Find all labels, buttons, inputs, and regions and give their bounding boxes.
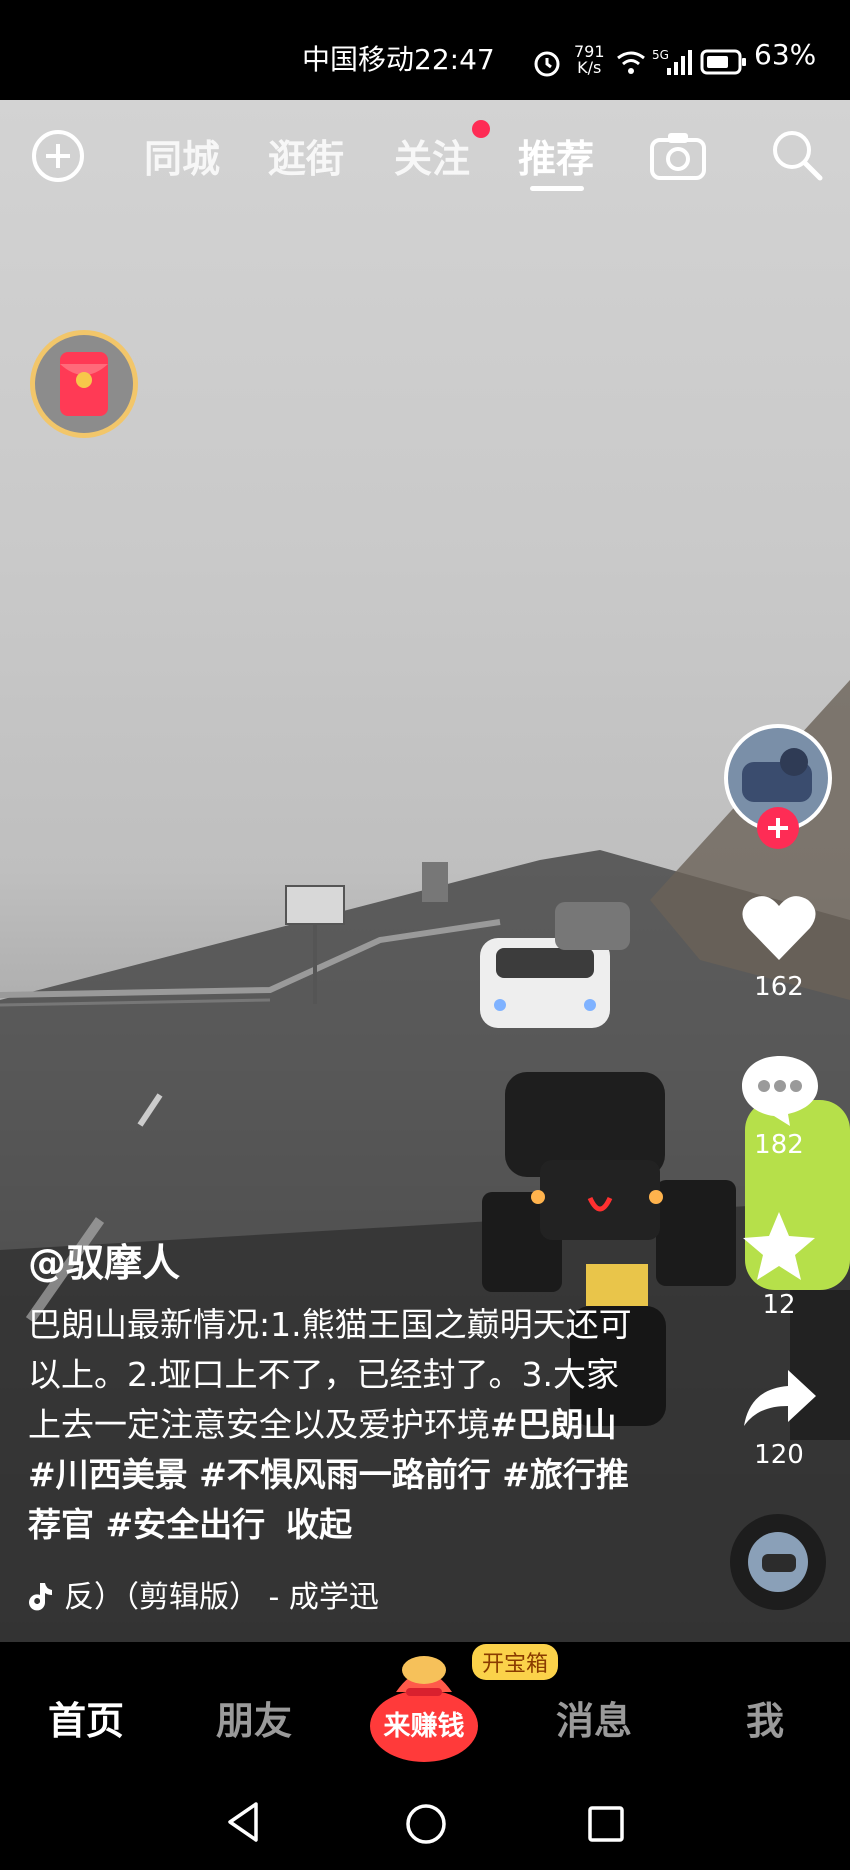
- back-icon[interactable]: [222, 1800, 266, 1844]
- treasure-badge[interactable]: 开宝箱: [472, 1644, 559, 1680]
- music-disc-icon[interactable]: [728, 1512, 828, 1612]
- wifi-icon: [617, 51, 645, 74]
- carrier-time: 中国移动22:47: [302, 43, 495, 76]
- follow-plus-icon[interactable]: [756, 806, 800, 850]
- comment-count: 182: [754, 1130, 804, 1160]
- battery-icon: [700, 49, 746, 75]
- share-count: 120: [754, 1440, 804, 1470]
- add-circle-icon[interactable]: [30, 128, 86, 184]
- tab-following[interactable]: 关注: [394, 128, 470, 183]
- video-description: 巴朗山最新情况:1.熊猫王国之巅明天还可以上。2.垭口上不了，已经封了。3.大家…: [28, 1300, 648, 1550]
- music-info[interactable]: 反）（剪辑版） - 成学迅: [28, 1572, 379, 1616]
- recents-square-icon[interactable]: [586, 1804, 626, 1844]
- earn-label: 来赚钱: [383, 1711, 465, 1742]
- comment-icon[interactable]: [740, 1052, 820, 1128]
- battery-percent: 63%: [754, 38, 817, 71]
- tab-recommended[interactable]: 推荐: [518, 128, 594, 183]
- active-tab-underline: [530, 186, 584, 191]
- home-circle-icon[interactable]: [404, 1802, 448, 1846]
- net-speed: 791 K/s: [574, 44, 605, 76]
- heart-icon[interactable]: [740, 892, 818, 964]
- author-name[interactable]: @驭摩人: [28, 1232, 180, 1287]
- share-icon[interactable]: [742, 1366, 818, 1428]
- collapse-link[interactable]: 收起: [286, 1505, 352, 1544]
- alarm-icon: [534, 51, 560, 77]
- status-bar: 中国移动22:47 791 K/s 5G 63%: [0, 0, 850, 100]
- tiktok-note-icon: [29, 1583, 52, 1611]
- search-icon[interactable]: [768, 126, 824, 182]
- favorite-count: 12: [762, 1290, 796, 1320]
- nav-home[interactable]: 首页: [48, 1690, 124, 1745]
- net-speed-unit: K/s: [577, 58, 602, 77]
- nav-messages[interactable]: 消息: [556, 1690, 632, 1745]
- music-title: 反）（剪辑版） - 成学迅: [64, 1580, 379, 1615]
- star-icon[interactable]: [740, 1208, 818, 1282]
- signal-icon: [667, 50, 692, 75]
- tab-shopping[interactable]: 逛街: [268, 128, 344, 183]
- red-packet-icon[interactable]: [28, 328, 140, 440]
- nav-friends[interactable]: 朋友: [216, 1690, 292, 1745]
- following-unread-dot: [472, 120, 490, 138]
- like-count: 162: [754, 972, 804, 1002]
- tab-same-city[interactable]: 同城: [144, 128, 220, 183]
- nav-me[interactable]: 我: [746, 1690, 784, 1745]
- camera-icon[interactable]: [648, 128, 708, 184]
